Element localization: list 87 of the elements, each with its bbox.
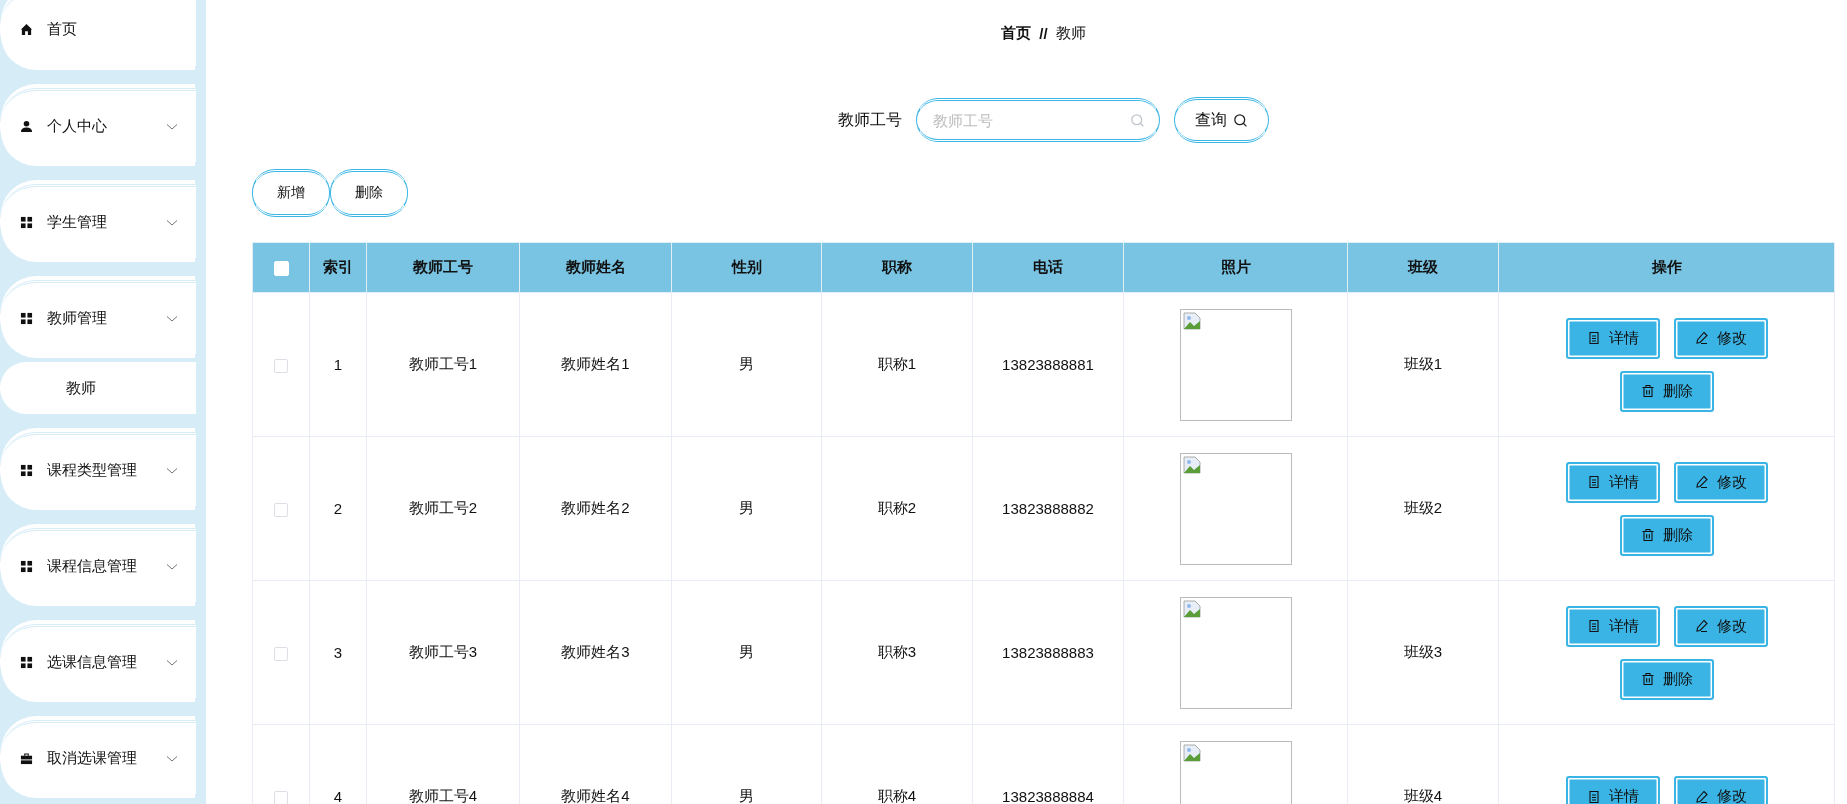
pencil-icon <box>1694 619 1709 633</box>
row-checkbox[interactable] <box>274 791 288 804</box>
document-icon <box>1586 789 1601 804</box>
grid-icon <box>20 216 33 229</box>
delete-button[interactable]: 删除 <box>1619 514 1714 556</box>
detail-button[interactable]: 详情 <box>1565 776 1660 804</box>
home-icon <box>20 23 33 36</box>
chevron-icon <box>166 122 178 131</box>
column-header: 教师工号 <box>366 242 520 293</box>
pencil-icon <box>1694 475 1709 489</box>
chevron-icon <box>166 466 178 475</box>
sidebar-subitem[interactable]: 教师 <box>0 362 196 414</box>
broken-image-icon <box>1182 743 1201 762</box>
table-cell: 男 <box>671 436 822 581</box>
person-icon <box>20 120 33 133</box>
search-label: 教师工号 <box>838 109 902 130</box>
toolbar-button[interactable]: 新增 <box>252 169 330 217</box>
pencil-icon <box>1694 789 1709 804</box>
table-cell: 班级3 <box>1347 580 1499 725</box>
table-cell: 班级1 <box>1347 292 1499 437</box>
table-cell: 3 <box>309 580 367 725</box>
chevron-icon <box>166 218 178 227</box>
grid-icon <box>20 312 33 325</box>
chevron-icon <box>166 658 178 667</box>
chevron-icon <box>166 754 178 763</box>
table-cell: 男 <box>671 292 822 437</box>
table-cell: 班级2 <box>1347 436 1499 581</box>
table-cell: 教师工号2 <box>366 436 520 581</box>
broken-image-icon <box>1182 599 1201 618</box>
column-header: 索引 <box>309 242 367 293</box>
column-header: 职称 <box>821 242 973 293</box>
column-header: 电话 <box>972 242 1124 293</box>
table-cell: 教师姓名2 <box>519 436 672 581</box>
broken-image-icon <box>1182 455 1201 474</box>
document-icon <box>1586 331 1601 345</box>
table-cell: 职称2 <box>821 436 973 581</box>
edit-button[interactable]: 修改 <box>1673 776 1768 804</box>
row-checkbox[interactable] <box>274 647 288 661</box>
search-button[interactable]: 查询 <box>1174 97 1269 143</box>
grid-icon <box>20 560 33 573</box>
table-cell: 职称1 <box>821 292 973 437</box>
document-icon <box>1586 475 1601 489</box>
table-cell: 1 <box>309 292 367 437</box>
edit-button[interactable]: 修改 <box>1673 605 1768 647</box>
table-cell: 教师工号1 <box>366 292 520 437</box>
trash-icon <box>1640 672 1655 686</box>
trash-icon <box>1640 528 1655 542</box>
table-cell: 男 <box>671 580 822 725</box>
table-cell: 教师工号3 <box>366 580 520 725</box>
column-header: 班级 <box>1347 242 1499 293</box>
select-all-checkbox[interactable] <box>273 261 289 277</box>
detail-button[interactable]: 详情 <box>1565 461 1660 503</box>
column-header: 照片 <box>1123 242 1348 293</box>
detail-button[interactable]: 详情 <box>1565 605 1660 647</box>
row-checkbox[interactable] <box>274 359 288 373</box>
delete-button[interactable]: 删除 <box>1619 370 1714 412</box>
column-header: 操作 <box>1498 242 1835 293</box>
breadcrumb-item: 教师 <box>1055 24 1086 43</box>
table-cell: 教师姓名3 <box>519 580 672 725</box>
pencil-icon <box>1694 331 1709 345</box>
search-field[interactable]: 教师工号 <box>916 98 1160 142</box>
grid-icon <box>20 656 33 669</box>
detail-button[interactable]: 详情 <box>1565 317 1660 359</box>
edit-button[interactable]: 修改 <box>1673 461 1768 503</box>
table-cell: 13823888882 <box>972 436 1124 581</box>
document-icon <box>1586 619 1601 633</box>
search-icon <box>1233 112 1248 128</box>
toolbar-button[interactable]: 删除 <box>330 169 408 217</box>
trash-icon <box>1640 384 1655 398</box>
edit-button[interactable]: 修改 <box>1673 317 1768 359</box>
table-cell: 2 <box>309 436 367 581</box>
row-checkbox[interactable] <box>274 503 288 517</box>
column-header: 性别 <box>671 242 822 293</box>
column-header: 教师姓名 <box>519 242 672 293</box>
breadcrumb-separator: // <box>1039 25 1048 42</box>
delete-button[interactable]: 删除 <box>1619 658 1714 700</box>
grid-icon <box>20 464 33 477</box>
table-cell: 教师姓名1 <box>519 292 672 437</box>
table-cell: 13823888883 <box>972 580 1124 725</box>
breadcrumb-item[interactable]: 首页 <box>1001 24 1032 43</box>
chevron-icon <box>166 562 178 571</box>
chevron-icon <box>166 314 178 323</box>
table-cell: 职称3 <box>821 580 973 725</box>
search-icon <box>1130 112 1145 128</box>
table-cell: 13823888881 <box>972 292 1124 437</box>
broken-image-icon <box>1182 311 1201 330</box>
briefcase-icon <box>20 752 33 765</box>
